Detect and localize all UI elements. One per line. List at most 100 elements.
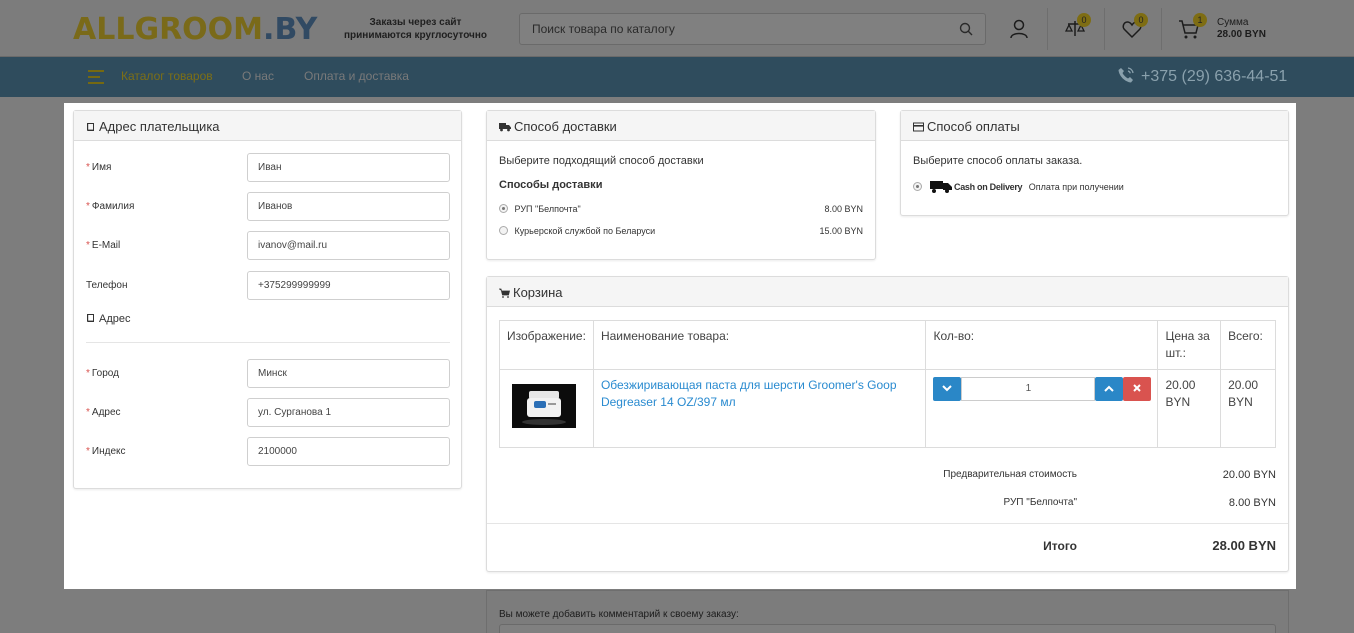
panel-heading: Способ доставки [487,111,875,141]
last-name-label: * Фамилия [86,201,135,212]
phone-field[interactable] [247,271,450,300]
truck-icon [499,123,511,132]
logo-text: ALLGROOM [73,12,264,47]
radio-button[interactable] [499,226,508,235]
product-image-cell [499,369,594,448]
comment-label: Вы можете добавить комментарий к своему … [499,609,739,620]
header-divider [1047,8,1048,50]
header-tagline: Заказы через сайт принимаются круглосуто… [338,16,493,42]
cart-sum-label: Сумма [1217,17,1249,28]
delivery-price: 15.00 BYN [819,226,863,236]
payment-intro: Выберите способ оплаты заказа. [913,155,1083,167]
payer-heading: Адрес плательщика [99,119,220,134]
payment-option-cod[interactable]: Cash on Delivery Оплата при получении [913,180,1124,193]
postcode-field[interactable] [247,437,450,466]
cart-heading: Корзина [513,285,563,300]
compare-count-badge: 0 [1077,13,1091,27]
cart-sum-value: 28.00 BYN [1217,29,1266,40]
delivery-truck-logo [929,181,952,193]
payment-heading: Способ оплаты [927,119,1020,134]
table-row: Обезжиривающая паста для шерсти Groomer'… [499,369,1276,448]
address-label: * Адрес [86,407,121,418]
col-unit-price: Цена за шт.: [1157,320,1222,370]
city-field[interactable] [247,359,450,388]
user-icon[interactable] [1008,18,1030,40]
email-field[interactable] [247,231,450,260]
search-icon[interactable] [959,22,973,36]
cart-table: Изображение: Наименование товара: Кол-во… [499,320,1276,448]
phone-icon [1118,67,1134,83]
nav-about[interactable]: О нас [242,69,274,83]
first-name-label: * Имя [86,162,112,173]
panel-heading: Способ оплаты [901,111,1288,141]
shipping-value: 8.00 BYN [1228,497,1276,509]
header-divider [1161,8,1162,50]
col-qty: Кол-во: [925,320,1159,370]
menu-icon[interactable] [88,70,104,84]
tagline-line-1: Заказы через сайт [369,17,462,28]
phone-label: Телефон [86,280,128,291]
postcode-label: * Индекс [86,446,126,457]
increase-qty-button[interactable] [1095,377,1124,401]
delivery-method-panel: Способ доставки Выберите подходящий спос… [486,110,876,260]
close-icon [1133,384,1142,392]
decrease-qty-button[interactable] [933,377,962,401]
main-navbar: Каталог товаров О нас Оплата и доставка … [0,57,1354,97]
delivery-option-belpochta[interactable]: РУП "Белпочта" [499,204,581,214]
address-field[interactable] [247,398,450,427]
total-label: Итого [1043,539,1077,553]
site-logo[interactable]: ALLGROOM.BY [73,12,317,47]
delivery-price: 8.00 BYN [824,204,863,214]
subtotal-label: Предварительная стоимость [943,469,1077,480]
nav-payment-delivery[interactable]: Оплата и доставка [304,69,409,83]
radio-button[interactable] [913,182,922,191]
total-value: 28.00 BYN [1212,538,1276,553]
chevron-up-icon [1104,385,1115,392]
quantity-stepper: 1 [933,377,1152,401]
col-name: Наименование товара: [592,320,927,370]
payment-method-panel: Способ оплаты Выберите способ оплаты зак… [900,110,1289,216]
line-total-cell: 20.00 BYN [1220,369,1276,448]
search-input[interactable] [532,22,952,36]
comment-panel: Вы можете добавить комментарий к своему … [486,590,1289,633]
delivery-subheading: Способы доставки [499,179,603,191]
book-icon [87,314,94,322]
subtotal-value: 20.00 BYN [1222,469,1276,481]
panel-heading: Корзина [487,277,1288,307]
cod-logo-text: Cash on Delivery [954,182,1023,192]
panel-heading: Адрес плательщика [74,111,461,141]
header-phone[interactable]: +375 (29) 636-44-51 [1117,66,1287,86]
shipping-label: РУП "Белпочта" [1003,497,1078,508]
remove-item-button[interactable] [1123,377,1152,401]
cart-count-badge: 1 [1193,13,1207,27]
phone-number: +375 (29) 636-44-51 [1141,68,1288,85]
delivery-intro: Выберите подходящий способ доставки [499,155,704,167]
cart-panel: Корзина Изображение: Наименование товара… [486,276,1289,572]
nav-catalog[interactable]: Каталог товаров [121,69,213,83]
product-link[interactable]: Обезжиривающая паста для шерсти Groomer'… [601,378,897,409]
delivery-option-courier[interactable]: Курьерской службой по Беларуси [499,226,655,236]
book-icon [87,123,94,131]
payment-option-label: Оплата при получении [1028,182,1124,192]
col-total: Всего: [1220,320,1276,370]
comment-textarea[interactable] [499,624,1276,633]
radio-button[interactable] [499,204,508,213]
quantity-input[interactable]: 1 [961,377,1096,401]
last-name-field[interactable] [247,192,450,221]
unit-price-cell: 20.00 BYN [1157,369,1222,448]
site-header: ALLGROOM.BY Заказы через сайт принимаютс… [0,0,1354,57]
header-divider [1104,8,1105,50]
delivery-heading: Способ доставки [514,119,617,134]
cart-summary[interactable]: Сумма 28.00 BYN [1217,17,1266,41]
wishlist-count-badge: 0 [1134,13,1148,27]
shopping-cart-icon [499,288,510,298]
qty-cell: 1 [925,369,1159,448]
payer-address-panel: Адрес плательщика *Имя *Фамилия *E-Mail … [73,110,462,489]
address-divider [86,342,450,343]
product-name-cell: Обезжиривающая паста для шерсти Groomer'… [592,369,927,448]
search-box [519,13,986,45]
col-image: Изображение: [499,320,594,370]
logo-domain: .BY [263,12,318,47]
product-image[interactable] [512,384,576,428]
first-name-field[interactable] [247,153,450,182]
